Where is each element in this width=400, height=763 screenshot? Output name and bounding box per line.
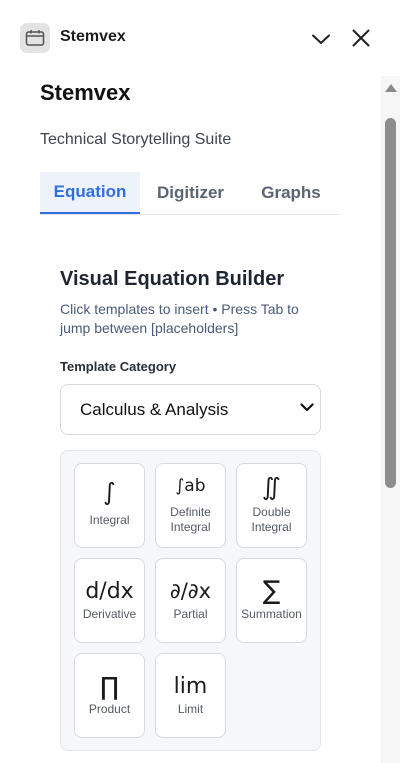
app-name: Stemvex: [60, 28, 126, 45]
summation-symbol: ∑: [262, 576, 281, 606]
close-button[interactable]: [348, 25, 374, 51]
calendar-icon: [20, 23, 50, 53]
product-symbol: ∏: [100, 672, 119, 701]
builder-title: Visual Equation Builder: [60, 268, 285, 290]
template-definite-integral[interactable]: ∫ab Definite Integral: [155, 463, 226, 548]
template-label: Integral: [89, 513, 130, 527]
template-label: Summation: [241, 607, 302, 621]
template-label: Definite Integral: [170, 505, 211, 534]
definite-integral-symbol: ∫ab: [175, 476, 206, 496]
partial-symbol: ∂/∂x: [169, 579, 212, 603]
template-label: Limit: [177, 702, 204, 716]
scrollbar-thumb[interactable]: [385, 118, 396, 488]
tab-digitizer[interactable]: Digitizer: [140, 172, 241, 214]
template-category-value: Calculus & Analysis: [80, 399, 229, 419]
tab-equation[interactable]: Equation: [40, 172, 140, 214]
template-label: Partial: [173, 607, 208, 621]
template-product[interactable]: ∏ Product: [74, 653, 145, 738]
template-label: Double Integral: [251, 505, 292, 534]
title-bar: Stemvex: [0, 0, 400, 76]
close-icon: [352, 29, 370, 47]
template-summation[interactable]: ∑ Summation: [236, 558, 307, 643]
template-label: Product: [88, 702, 131, 716]
template-category-select[interactable]: Calculus & Analysis: [60, 384, 321, 435]
collapse-button[interactable]: [308, 26, 334, 52]
tab-bar: Equation Digitizer Graphs: [40, 172, 341, 215]
template-derivative[interactable]: d/dx Derivative: [74, 558, 145, 643]
template-partial[interactable]: ∂/∂x Partial: [155, 558, 226, 643]
panel-title: Stemvex: [40, 80, 131, 105]
template-limit[interactable]: lim Limit: [155, 653, 226, 738]
panel-subtitle: Technical Storytelling Suite: [40, 131, 232, 148]
integral-symbol: ∫: [103, 478, 116, 506]
chevron-down-icon: [312, 34, 330, 44]
scroll-up-arrow[interactable]: [385, 84, 397, 92]
chevron-down-icon: [300, 403, 314, 412]
double-integral-symbol: ∬: [262, 473, 281, 501]
limit-symbol: lim: [173, 674, 208, 699]
template-grid: ∫ Integral ∫ab Definite Integral ∬ Doubl…: [60, 450, 321, 751]
builder-description: Click templates to insert • Press Tab to…: [60, 301, 299, 336]
template-integral[interactable]: ∫ Integral: [74, 463, 145, 548]
template-double-integral[interactable]: ∬ Double Integral: [236, 463, 307, 548]
template-category-label: Template Category: [60, 359, 177, 374]
template-label: Derivative: [82, 607, 137, 621]
tab-graphs[interactable]: Graphs: [241, 172, 341, 214]
derivative-symbol: d/dx: [85, 579, 134, 604]
